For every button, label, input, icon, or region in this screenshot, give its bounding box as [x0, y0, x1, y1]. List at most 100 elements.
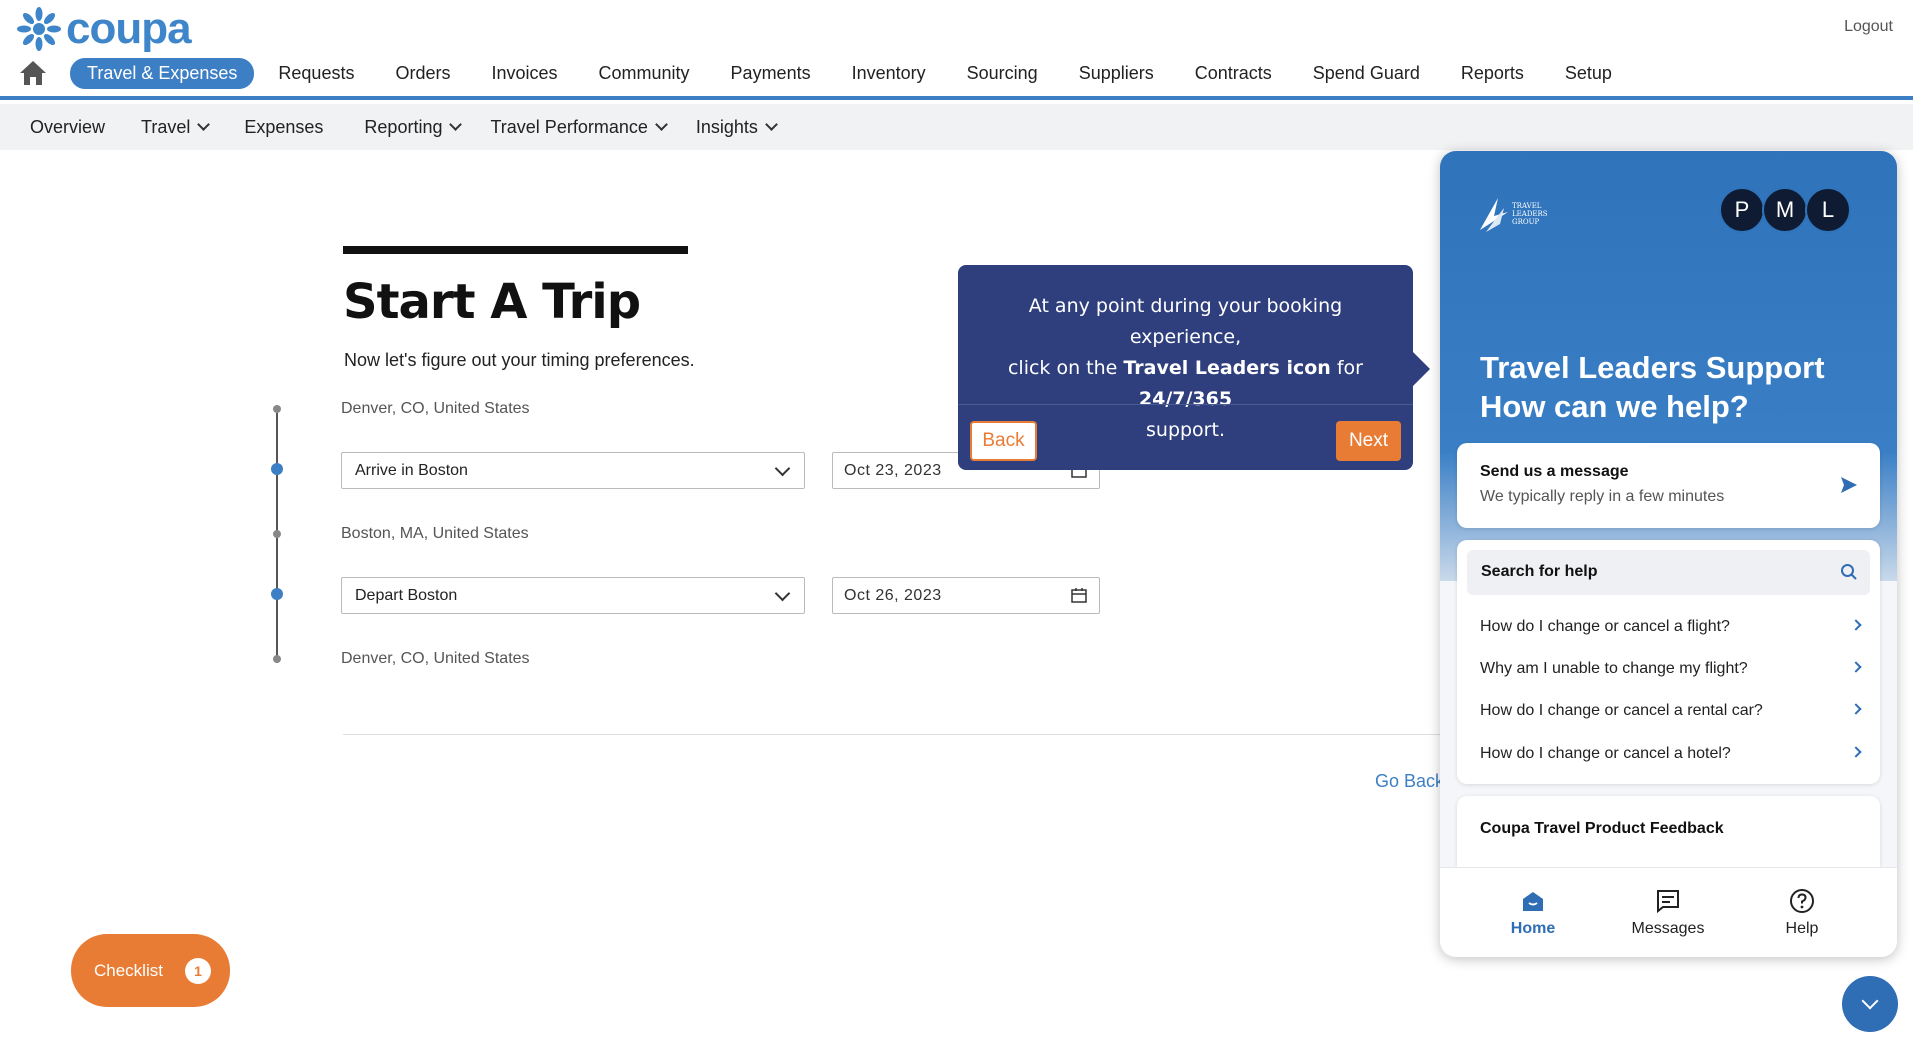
- nav-payments[interactable]: Payments: [731, 63, 811, 84]
- nav-setup[interactable]: Setup: [1565, 63, 1612, 84]
- subnav-expenses[interactable]: Expenses: [244, 117, 323, 138]
- subnav-overview-label: Overview: [30, 116, 106, 137]
- widget-tab-bar: Home Messages Help: [1440, 867, 1897, 957]
- nav-community[interactable]: Community: [599, 63, 690, 84]
- tooltip-bold-icon: Travel Leaders icon: [1123, 357, 1331, 379]
- subnav-travel-performance[interactable]: Travel Performance: [490, 116, 668, 138]
- depart-select[interactable]: Depart Boston: [341, 577, 805, 614]
- tooltip-divider: [958, 404, 1413, 405]
- timeline-dot: [273, 655, 281, 663]
- svg-text:GROUP: GROUP: [1512, 218, 1540, 226]
- send-message-card[interactable]: Send us a message We typically reply in …: [1457, 443, 1880, 528]
- chevron-down-icon: [1861, 992, 1879, 1010]
- tooltip-line2-mid: for: [1330, 357, 1363, 379]
- send-message-title: Send us a message: [1480, 463, 1629, 480]
- widget-heading: Travel Leaders Support How can we help?: [1480, 348, 1825, 426]
- subnav-insights[interactable]: Insights: [696, 117, 778, 138]
- nav-reports[interactable]: Reports: [1461, 63, 1524, 84]
- nav-sourcing[interactable]: Sourcing: [967, 63, 1038, 84]
- nav-requests[interactable]: Requests: [278, 63, 354, 84]
- home-icon: [1523, 892, 1543, 911]
- product-feedback-card[interactable]: Coupa Travel Product Feedback: [1457, 796, 1880, 876]
- arrive-select[interactable]: Arrive in Boston: [341, 452, 805, 489]
- nav-invoices[interactable]: Invoices: [491, 63, 557, 84]
- subnav-reporting-label: Reporting: [364, 116, 443, 137]
- product-feedback-title: Coupa Travel Product Feedback: [1480, 820, 1724, 837]
- title-accent-bar: [343, 246, 688, 254]
- arrive-date-value: Oct 23, 2023: [844, 462, 942, 479]
- coupa-flower-icon: [17, 7, 61, 51]
- depart-date-input[interactable]: Oct 26, 2023: [832, 577, 1100, 614]
- tooltip-next-button[interactable]: Next: [1336, 421, 1401, 461]
- timeline-dot: [273, 405, 281, 413]
- faq-item[interactable]: How do I change or cancel a hotel?: [1480, 745, 1862, 763]
- top-bar: coupa Logout Travel & Expenses Requests …: [0, 0, 1913, 100]
- checklist-button[interactable]: Checklist 1: [71, 934, 230, 1007]
- search-help-input[interactable]: Search for help: [1467, 550, 1870, 595]
- home-icon[interactable]: [18, 59, 48, 87]
- timeline-line: [276, 413, 278, 663]
- logout-link[interactable]: Logout: [1844, 18, 1893, 36]
- tab-help-label: Help: [1785, 920, 1819, 937]
- chevron-down-icon: [765, 118, 778, 131]
- main-nav: Travel & Expenses Requests Orders Invoic…: [18, 57, 1653, 89]
- subnav-expenses-label: Expenses: [244, 116, 324, 137]
- depart-select-value: Depart Boston: [355, 587, 458, 604]
- chevron-down-icon: [197, 118, 211, 131]
- sub-nav: Overview Travel Expenses Reporting Trave…: [0, 104, 1913, 150]
- tab-messages[interactable]: Messages: [1608, 888, 1728, 938]
- calendar-icon[interactable]: [1071, 588, 1087, 603]
- page-title: Start A Trip: [343, 274, 641, 330]
- tooltip-line1: At any point during your booking experie…: [1028, 295, 1343, 348]
- checklist-count-badge: 1: [184, 957, 211, 984]
- support-widget: TRAVEL LEADERS GROUP P M L Travel Leader…: [1440, 151, 1897, 957]
- faq-item[interactable]: How do I change or cancel a rental car?: [1480, 702, 1862, 720]
- widget-heading-line2: How can we help?: [1480, 389, 1749, 424]
- timeline-dot: [273, 530, 281, 538]
- tooltip-message: At any point during your booking experie…: [978, 291, 1393, 446]
- send-icon: [1841, 477, 1857, 493]
- nav-spend-guard[interactable]: Spend Guard: [1313, 63, 1420, 84]
- avatar: M: [1762, 187, 1808, 233]
- minimize-widget-button[interactable]: [1842, 976, 1898, 1032]
- nav-travel-expenses[interactable]: Travel & Expenses: [70, 57, 255, 89]
- avatar: L: [1805, 187, 1851, 233]
- subnav-travel-performance-label: Travel Performance: [490, 116, 648, 137]
- depart-date-value: Oct 26, 2023: [844, 587, 942, 604]
- return-location: Denver, CO, United States: [341, 650, 530, 667]
- tooltip-arrow: [1411, 350, 1430, 388]
- widget-heading-line1: Travel Leaders Support: [1480, 350, 1825, 385]
- send-message-subtitle: We typically reply in a few minutes: [1480, 488, 1725, 505]
- chevron-right-icon: [1850, 619, 1862, 631]
- tab-help[interactable]: Help: [1742, 888, 1862, 938]
- chevron-down-icon: [774, 585, 791, 602]
- subnav-travel[interactable]: Travel: [141, 117, 211, 138]
- faq-item[interactable]: How do I change or cancel a flight?: [1480, 618, 1862, 636]
- travel-leaders-logo: TRAVEL LEADERS GROUP: [1480, 198, 1548, 232]
- nav-orders[interactable]: Orders: [395, 63, 450, 84]
- chevron-down-icon: [774, 460, 791, 477]
- chevron-right-icon: [1850, 703, 1862, 715]
- go-back-link[interactable]: Go Back: [1375, 771, 1444, 792]
- subnav-reporting[interactable]: Reporting: [364, 116, 463, 138]
- coupa-logo[interactable]: coupa: [16, 4, 192, 54]
- nav-suppliers[interactable]: Suppliers: [1079, 63, 1154, 84]
- nav-inventory[interactable]: Inventory: [852, 63, 926, 84]
- arrive-select-value: Arrive in Boston: [355, 462, 468, 479]
- chevron-right-icon: [1850, 746, 1862, 758]
- messages-icon: [1657, 890, 1679, 914]
- tab-home[interactable]: Home: [1473, 888, 1593, 938]
- tooltip-back-button[interactable]: Back: [970, 421, 1037, 461]
- svg-text:LEADERS: LEADERS: [1512, 210, 1548, 218]
- faq-item[interactable]: Why am I unable to change my flight?: [1480, 660, 1862, 678]
- search-icon: [1841, 564, 1857, 580]
- tooltip-line3: support.: [1146, 419, 1225, 441]
- avatar: P: [1719, 187, 1765, 233]
- nav-contracts[interactable]: Contracts: [1195, 63, 1272, 84]
- page-subtitle: Now let's figure out your timing prefere…: [344, 350, 695, 370]
- timeline-dot-active: [271, 463, 283, 475]
- timeline-dot-active: [271, 588, 283, 600]
- subnav-overview[interactable]: Overview: [30, 117, 105, 138]
- tab-home-label: Home: [1510, 920, 1556, 937]
- faq-item-label: Why am I unable to change my flight?: [1480, 660, 1748, 677]
